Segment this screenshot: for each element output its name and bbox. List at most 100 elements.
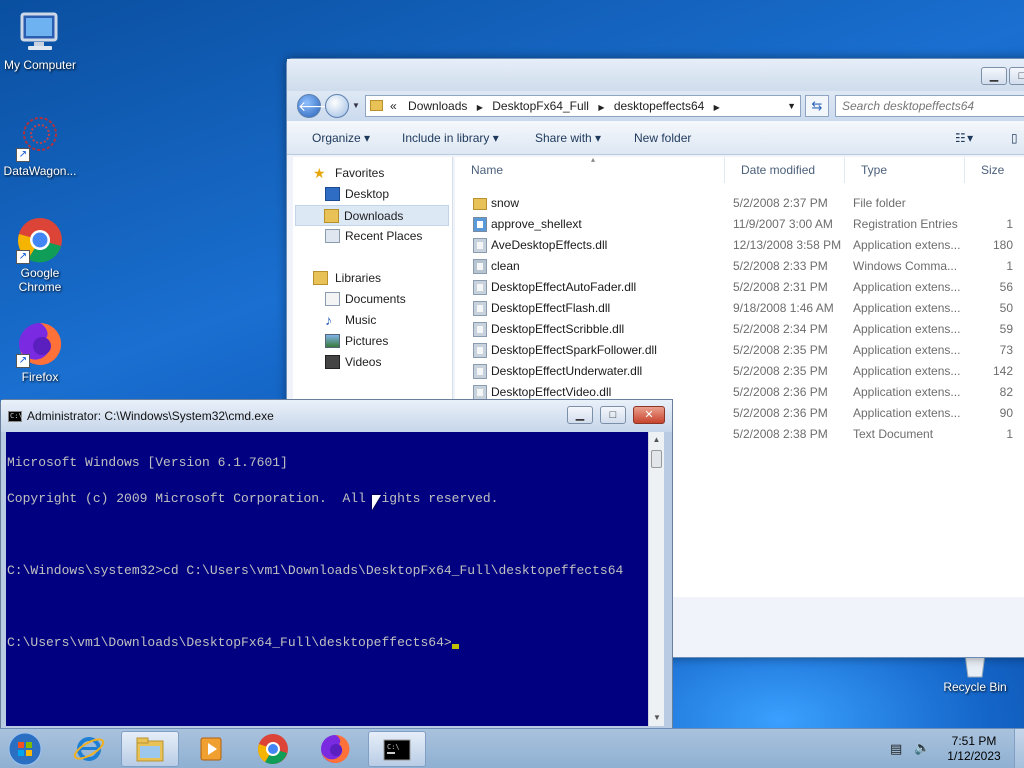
column-header-date-modified[interactable]: Date modified [725,157,845,183]
taskbar-media-player[interactable] [182,731,240,767]
file-row[interactable]: AveDesktopEffects.dll 12/13/2008 3:58 PM A… [465,235,1024,256]
nav-label: Libraries [335,271,382,285]
desktop-icon-datawagon[interactable]: ↗ DataWagon... [0,114,80,178]
show-desktop-button[interactable] [1014,729,1024,768]
file-row[interactable]: clean 5/2/2008 2:33 PM Windows Comma... 1 [465,256,1024,277]
nav-label: Music [345,313,377,327]
nav-favorites[interactable]: ★ Favorites [293,163,453,184]
forward-button[interactable] [325,94,349,118]
file-name: DesktopEffectUnderwater.dll [491,364,643,378]
file-size: 1 [1006,427,1013,441]
cmd-titlebar[interactable]: C:\ Administrator: C:\Windows\System32\c… [1,400,672,432]
file-size: 59 [999,322,1013,336]
mouse-cursor-icon [372,495,381,510]
file-row[interactable]: DesktopEffectScribble.dll 5/2/2008 2:34 P… [465,319,1024,340]
view-options-icon[interactable]: ☷ ▾ [955,131,973,145]
console-output[interactable]: Microsoft Windows [Version 6.1.7601] Cop… [6,432,648,726]
maximize-button[interactable]: □ [600,406,626,424]
address-field[interactable]: « Downloads ▶ DesktopFx64_Full ▶ desktop… [365,95,801,117]
chrome-icon: ↗ [16,216,64,264]
breadcrumb-prefix[interactable]: « [390,99,397,113]
nav-documents[interactable]: Documents [293,289,453,310]
nav-desktop[interactable]: Desktop [293,184,453,205]
chevron-right-icon[interactable]: ▶ [598,103,604,112]
file-size: 90 [999,406,1013,420]
desktop-icon-label: Google Chrome [18,266,62,294]
column-header-size[interactable]: Size [965,157,1024,183]
folder-icon [136,737,164,762]
desktop-icon-google-chrome[interactable]: ↗ Google Chrome [0,216,80,294]
cmd-title: Administrator: C:\Windows\System32\cmd.e… [27,409,274,423]
maximize-button[interactable]: □ [1009,67,1024,85]
nav-libraries[interactable]: Libraries [293,268,453,289]
nav-label: Videos [345,355,382,369]
taskbar-firefox[interactable] [306,731,364,767]
address-dropdown-icon[interactable]: ▼ [787,96,796,116]
organize-button[interactable]: Organize ▾ [312,131,370,145]
nav-downloads[interactable]: Downloads [295,205,449,226]
console-line: Microsoft Windows [Version 6.1.7601] [7,455,288,470]
file-name: approve_shellext [491,217,582,231]
close-button[interactable]: ✕ [633,406,665,424]
windows-logo-icon [8,732,42,766]
cmd-window[interactable]: C:\ Administrator: C:\Windows\System32\c… [0,399,673,729]
file-name: snow [491,196,520,210]
scroll-up-arrow[interactable]: ▲ [649,432,664,448]
minimize-button[interactable]: ▁ [567,406,593,424]
nav-recent-places[interactable]: Recent Places [293,226,453,247]
system-clock[interactable]: 7:51 PM 1/12/2023 [936,734,1012,764]
taskbar-windows-explorer[interactable] [121,731,179,767]
nav-label: Recent Places [345,229,423,243]
pictures-icon [325,334,340,348]
taskbar-command-prompt[interactable]: C:\ [368,731,426,767]
file-row[interactable]: snow 5/2/2008 2:37 PM File folder [465,193,1024,214]
back-button[interactable]: 🡐 [297,94,336,118]
search-input[interactable]: Search desktopeffects64 [835,95,1024,117]
file-type: Windows Comma... [853,259,958,273]
breadcrumb-desktopfx64-full[interactable]: DesktopFx64_Full [492,99,589,113]
file-type: Application extens... [853,385,961,399]
preview-pane-icon[interactable]: ▯ [1011,131,1018,145]
explorer-titlebar[interactable]: ▁ □ [287,59,1024,91]
taskbar-google-chrome[interactable] [244,731,302,767]
breadcrumb-downloads[interactable]: Downloads [408,99,467,113]
file-row[interactable]: DesktopEffectFlash.dll 9/18/2008 1:46 AM A… [465,298,1024,319]
nav-label: Desktop [345,187,390,201]
chevron-right-icon[interactable]: ▶ [714,103,720,112]
breadcrumb-desktopeffects64[interactable]: desktopeffects64 [614,99,705,113]
file-row[interactable]: DesktopEffectAutoFader.dll 5/2/2008 2:31 … [465,277,1024,298]
taskbar-internet-explorer[interactable] [60,731,118,767]
computer-icon [16,8,64,56]
file-size: 50 [999,301,1013,315]
internet-explorer-icon [73,737,105,761]
file-row[interactable]: approve_shellext 11/9/2007 3:00 AM Registr… [465,214,1024,235]
share-with-button[interactable]: Share with ▾ [535,131,601,145]
file-date: 5/2/2008 2:31 PM [733,280,828,294]
start-button[interactable] [0,731,50,767]
scroll-down-arrow[interactable]: ▼ [649,710,665,726]
column-header-name[interactable]: Name [455,157,725,183]
nav-music[interactable]: ♪ Music [293,310,453,331]
nav-videos[interactable]: Videos [293,352,453,373]
column-header-type[interactable]: Type [845,157,965,183]
nav-pictures[interactable]: Pictures [293,331,453,352]
cmd-vertical-scrollbar[interactable]: ▲ ▼ [648,432,664,726]
file-row[interactable]: DesktopEffectSparkFollower.dll 5/2/2008 2… [465,340,1024,361]
file-row[interactable]: DesktopEffectUnderwater.dll 5/2/2008 2:35… [465,361,1024,382]
file-date: 5/2/2008 2:36 PM [733,385,828,399]
network-icon[interactable]: ▤ [890,741,902,757]
recent-pages-dropdown[interactable]: ▼ [352,101,360,110]
scroll-thumb[interactable] [651,450,662,468]
chevron-right-icon[interactable]: ▶ [477,103,483,112]
minimize-button[interactable]: ▁ [981,67,1007,85]
include-in-library-button[interactable]: Include in library ▾ [402,131,499,145]
include-label: Include in library [402,131,490,145]
volume-icon[interactable]: 🔈 [914,740,930,756]
cmd-icon: C:\ [8,411,23,422]
desktop-icon-firefox[interactable]: ↗ Firefox [0,320,80,384]
new-folder-button[interactable]: New folder [634,131,691,145]
folder-icon [370,100,383,111]
desktop-icon-my-computer[interactable]: My Computer [0,8,80,72]
refresh-button[interactable]: ⇆ [805,95,829,117]
